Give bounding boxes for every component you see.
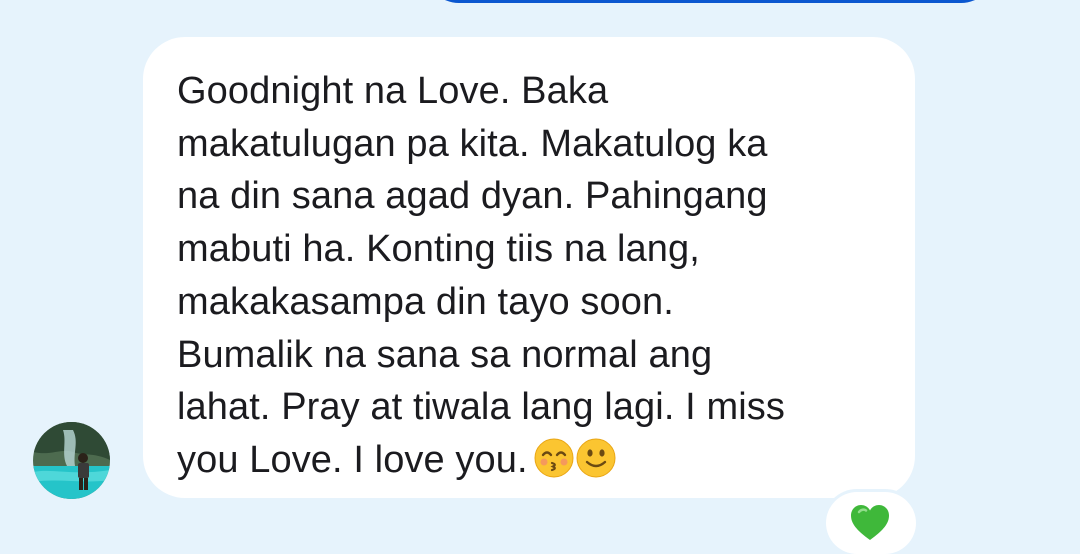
received-message-bubble[interactable]: Goodnight na Love. Baka makatulugan pa k… xyxy=(143,37,915,498)
kissing-face-with-smiling-eyes-icon xyxy=(534,438,574,478)
avatar-photo xyxy=(33,422,110,499)
message-line: you Love. I love you. xyxy=(177,438,528,481)
message-line: Bumalik na sana sa normal ang xyxy=(177,333,713,376)
slightly-smiling-face-icon xyxy=(576,438,616,478)
message-line: na din sana agad dyan. Pahingang xyxy=(177,175,768,218)
message-line: Goodnight na Love. Baka xyxy=(177,70,609,112)
message-text: Goodnight na Love. Baka makatulugan pa k… xyxy=(177,65,895,487)
message-line: lahat. Pray at tiwala lang lagi. I miss xyxy=(177,386,785,429)
message-line: makakasampa din tayo soon. xyxy=(177,280,674,323)
message-line: makatulugan pa kita. Makatulog ka xyxy=(177,122,768,165)
sender-avatar[interactable] xyxy=(33,422,110,499)
green-heart-icon xyxy=(851,505,889,540)
sent-message-bubble-edge[interactable] xyxy=(425,0,995,3)
message-line: mabuti ha. Konting tiis na lang, xyxy=(177,228,700,271)
